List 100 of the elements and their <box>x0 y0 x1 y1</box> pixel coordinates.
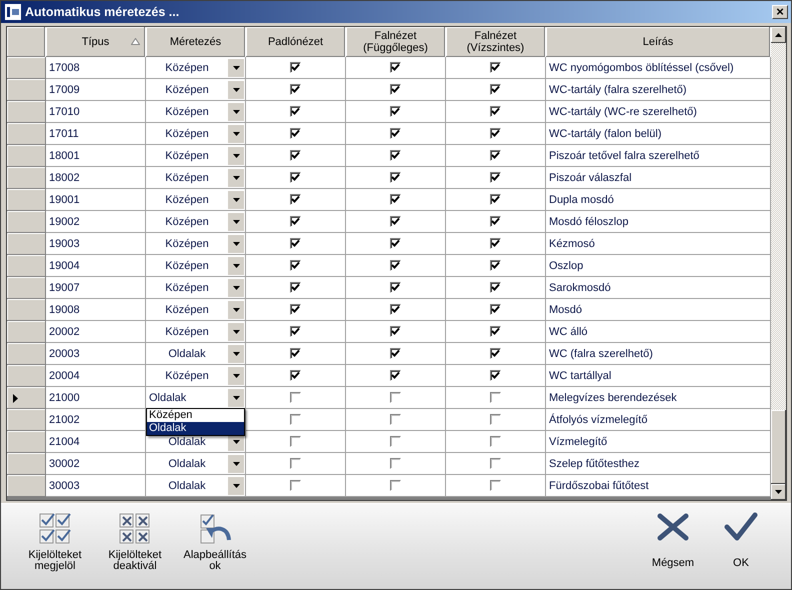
checkbox[interactable] <box>390 348 401 359</box>
dropdown-option[interactable]: Oldalak <box>147 422 244 435</box>
caret-icon <box>232 154 240 158</box>
checkbox[interactable] <box>390 172 401 183</box>
column-header[interactable]: Falnézet (Függőleges) <box>346 27 446 57</box>
checkbox[interactable] <box>490 194 501 205</box>
column-header[interactable]: Leírás <box>546 27 771 57</box>
dropdown-button[interactable] <box>228 80 244 98</box>
dropdown-option[interactable]: Középen <box>147 409 244 422</box>
column-header[interactable]: Padlónézet <box>246 27 346 57</box>
checkbox[interactable] <box>390 128 401 139</box>
dropdown-button[interactable] <box>228 454 244 472</box>
dropdown-button[interactable] <box>228 146 244 164</box>
checkbox[interactable] <box>390 282 401 293</box>
vertical-scrollbar[interactable] <box>771 27 786 500</box>
dropdown-button[interactable] <box>228 322 244 340</box>
toolbar-button[interactable]: Kijelölteket megjelöl <box>19 512 91 572</box>
checkbox[interactable] <box>390 260 401 271</box>
checkbox[interactable] <box>390 304 401 315</box>
checkbox[interactable] <box>290 106 301 117</box>
checkbox[interactable] <box>390 370 401 381</box>
checkbox[interactable] <box>290 260 301 271</box>
checkbox[interactable] <box>390 238 401 249</box>
table-cell: 18001 <box>46 145 146 167</box>
checkbox[interactable] <box>390 84 401 95</box>
dropdown-button[interactable] <box>228 124 244 142</box>
dropdown-button[interactable] <box>228 344 244 362</box>
caret-icon <box>232 440 240 444</box>
checkbox[interactable] <box>490 282 501 293</box>
table-cell: Szelep fűtőtesthez <box>546 453 771 475</box>
checkbox[interactable] <box>390 326 401 337</box>
dropdown-button[interactable] <box>228 190 244 208</box>
close-button[interactable]: × <box>772 5 788 19</box>
dropdown-button[interactable] <box>228 102 244 120</box>
table-cell: 21002 <box>46 409 146 431</box>
checkbox[interactable] <box>290 150 301 161</box>
checkbox[interactable] <box>290 348 301 359</box>
caret-icon <box>232 308 240 312</box>
checkbox[interactable] <box>290 370 301 381</box>
checkbox[interactable] <box>490 172 501 183</box>
caret-icon <box>232 286 240 290</box>
dropdown-button[interactable] <box>228 300 244 318</box>
table-cell: Dupla mosdó <box>546 189 771 211</box>
checkbox[interactable] <box>290 304 301 315</box>
column-header[interactable]: Típus <box>46 27 146 57</box>
checkmark-icon <box>724 512 758 542</box>
dropdown-button[interactable] <box>228 212 244 230</box>
checkbox[interactable] <box>490 150 501 161</box>
dropdown-button[interactable] <box>228 388 244 406</box>
checkbox[interactable] <box>290 128 301 139</box>
ok-button[interactable]: OK <box>711 512 771 569</box>
dropdown-button[interactable] <box>228 476 244 494</box>
toolbar-button[interactable]: Alapbeállítás ok <box>179 512 251 572</box>
column-header[interactable]: Falnézet (Vízszintes) <box>446 27 546 57</box>
checkbox[interactable] <box>390 150 401 161</box>
checkbox[interactable] <box>390 216 401 227</box>
dropdown-button[interactable] <box>228 234 244 252</box>
checkbox[interactable] <box>290 172 301 183</box>
scroll-thumb[interactable] <box>771 410 786 484</box>
table-cell: Oszlop <box>546 255 771 277</box>
checkbox[interactable] <box>490 348 501 359</box>
checkbox[interactable] <box>490 62 501 73</box>
table-cell: 19008 <box>46 299 146 321</box>
crosses-grid-icon <box>118 512 152 546</box>
checkbox[interactable] <box>290 62 301 73</box>
table-cell: Fürdőszobai fűtőtest <box>546 475 771 497</box>
checkbox[interactable] <box>390 62 401 73</box>
dropdown-button[interactable] <box>228 168 244 186</box>
checkbox[interactable] <box>390 194 401 205</box>
checkbox[interactable] <box>490 238 501 249</box>
checkbox[interactable] <box>490 84 501 95</box>
checkbox[interactable] <box>290 194 301 205</box>
checkbox[interactable] <box>490 128 501 139</box>
scroll-down-icon <box>775 490 782 494</box>
table-cell: Melegvízes berendezések <box>546 387 771 409</box>
checkbox[interactable] <box>490 106 501 117</box>
column-header[interactable]: Méretezés <box>146 27 246 57</box>
dropdown-button[interactable] <box>228 256 244 274</box>
toolbar-button[interactable]: Kijelölteket deaktivál <box>99 512 171 572</box>
dropdown-button[interactable] <box>228 58 244 76</box>
checkbox[interactable] <box>490 260 501 271</box>
checkbox[interactable] <box>490 326 501 337</box>
caret-icon <box>232 220 240 224</box>
checkbox[interactable] <box>490 304 501 315</box>
cancel-button[interactable]: Mégsem <box>643 512 703 569</box>
checkbox[interactable] <box>290 238 301 249</box>
dropdown-button[interactable] <box>228 366 244 384</box>
caret-icon <box>232 462 240 466</box>
dropdown-button[interactable] <box>228 278 244 296</box>
checkbox[interactable] <box>490 216 501 227</box>
cross-icon <box>656 512 690 542</box>
checkbox[interactable] <box>390 106 401 117</box>
checkbox[interactable] <box>290 216 301 227</box>
checkbox[interactable] <box>290 84 301 95</box>
checkbox[interactable] <box>490 370 501 381</box>
row-header[interactable] <box>7 387 46 409</box>
checkbox[interactable] <box>290 282 301 293</box>
checkbox[interactable] <box>290 326 301 337</box>
checkmarks-grid-icon <box>38 512 72 546</box>
table-cell: Kézmosó <box>546 233 771 255</box>
